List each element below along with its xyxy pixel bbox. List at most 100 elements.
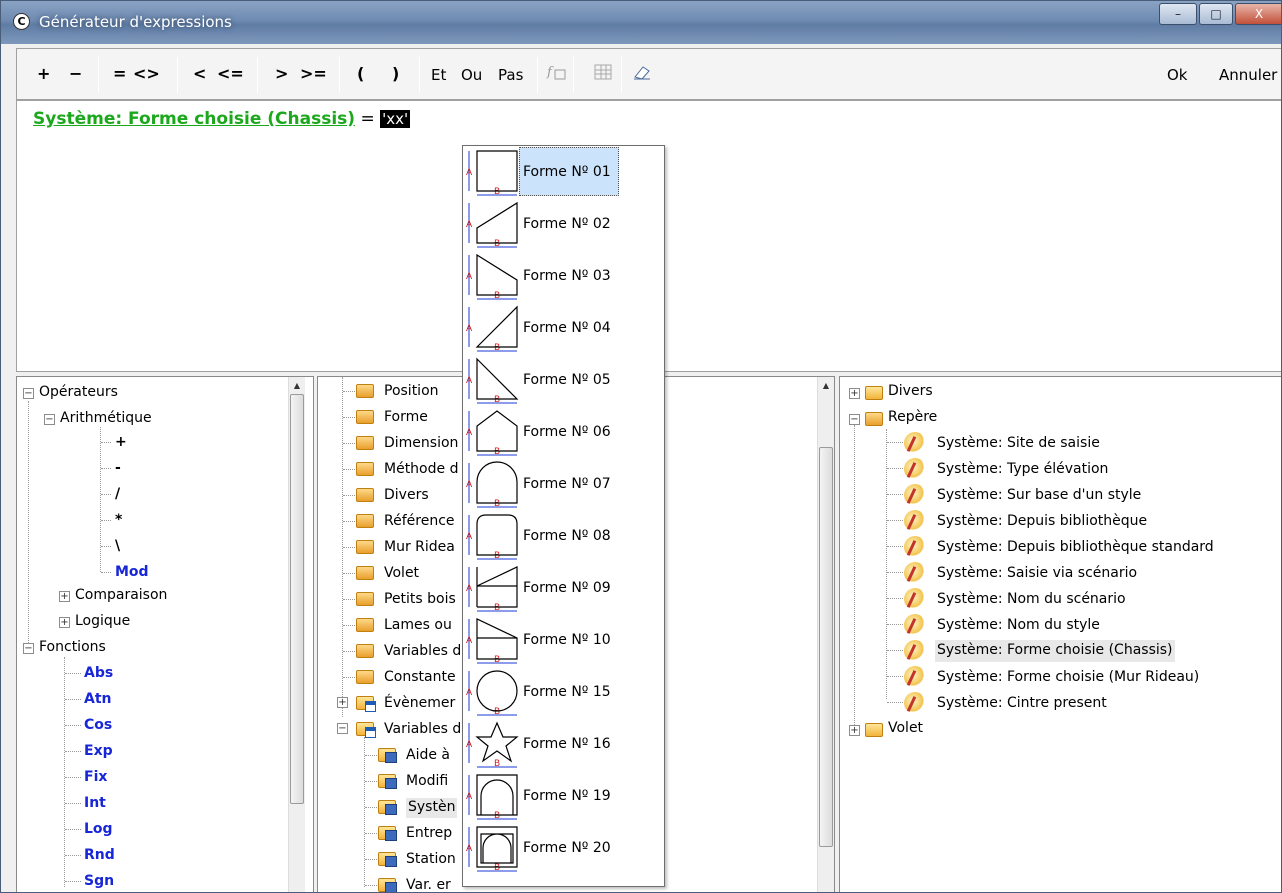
tree-item-constantes[interactable]: Constante (384, 668, 456, 688)
tree-item-evenements[interactable]: Évènemer (384, 694, 455, 714)
operators-tree[interactable]: − Opérateurs − Arithmétique + - / * \ Mo… (16, 376, 314, 892)
collapse-icon[interactable]: − (23, 643, 34, 654)
collapse-icon[interactable]: − (44, 414, 55, 425)
scroll-up-icon[interactable]: ▲ (818, 377, 834, 394)
scroll-thumb[interactable] (290, 394, 304, 804)
shape-option[interactable]: A B Forme Nº 05 (463, 354, 664, 406)
greater-than-button[interactable]: > (275, 64, 288, 84)
tree-item-modif[interactable]: Modifi (406, 772, 448, 792)
tree-item-int-divide[interactable]: \ (115, 537, 120, 557)
open-paren-button[interactable]: ( (357, 64, 364, 84)
tree-node-volet[interactable]: Volet (888, 719, 923, 739)
tree-item-methode[interactable]: Méthode d (384, 460, 458, 480)
less-than-button[interactable]: < (193, 64, 206, 84)
sys-var-cintre-present[interactable]: Système: Cintre present (937, 694, 1107, 714)
function-cos[interactable]: Cos (84, 716, 112, 736)
tree-node-repere[interactable]: Repère (888, 408, 937, 428)
middle-scrollbar[interactable]: ▲ (817, 377, 834, 892)
tree-item-divers[interactable]: Divers (384, 486, 429, 506)
function-icon[interactable]: f (544, 62, 568, 84)
tree-node-operators[interactable]: Opérateurs (39, 383, 118, 403)
less-equal-button[interactable]: <= (217, 64, 244, 84)
expand-icon[interactable]: + (849, 725, 860, 736)
tree-item-systeme[interactable]: Systèn (406, 798, 458, 818)
tree-item-minus[interactable]: - (115, 459, 121, 479)
expression-value[interactable]: 'xx' (380, 110, 411, 128)
shape-option[interactable]: A B Forme Nº 02 (463, 198, 664, 250)
left-scrollbar[interactable]: ▲ (288, 377, 305, 892)
function-fix[interactable]: Fix (84, 768, 107, 788)
tree-item-position[interactable]: Position (384, 382, 439, 402)
grid-icon[interactable] (591, 62, 615, 84)
sys-var-nom-style[interactable]: Système: Nom du style (937, 616, 1100, 636)
tree-item-aide[interactable]: Aide à (406, 746, 450, 766)
shape-option[interactable]: A B Forme Nº 19 (463, 770, 664, 822)
tree-node-logic[interactable]: Logique (75, 612, 130, 632)
shape-option[interactable]: A B Forme Nº 06 (463, 406, 664, 458)
shape-option[interactable]: A B Forme Nº 10 (463, 614, 664, 666)
sys-var-bibliotheque-standard[interactable]: Système: Depuis bibliothèque standard (937, 538, 1214, 558)
sys-var-forme-mur-rideau[interactable]: Système: Forme choisie (Mur Rideau) (937, 668, 1199, 688)
sys-var-type-elevation[interactable]: Système: Type élévation (937, 460, 1108, 480)
function-sgn[interactable]: Sgn (84, 872, 114, 892)
tree-item-station[interactable]: Station (406, 850, 456, 870)
close-button[interactable]: X (1235, 3, 1281, 25)
tree-item-plus[interactable]: + (115, 433, 127, 453)
function-int[interactable]: Int (84, 794, 106, 814)
cancel-button[interactable]: Annuler (1219, 65, 1277, 85)
scroll-up-icon[interactable]: ▲ (289, 377, 305, 394)
tree-item-mur-rideau[interactable]: Mur Ridea (384, 538, 455, 558)
tree-item-mod[interactable]: Mod (115, 563, 149, 583)
not-equals-button[interactable]: <> (133, 64, 160, 84)
sys-var-forme-chassis[interactable]: Système: Forme choisie (Chassis) (935, 640, 1175, 662)
not-button[interactable]: Pas (498, 65, 523, 85)
expand-icon[interactable]: + (337, 697, 348, 708)
shape-dropdown[interactable]: A B Forme Nº 01 A B Forme Nº 02 A B Forme Nº 03 A… (462, 145, 665, 887)
tree-node-comparison[interactable]: Comparaison (75, 586, 167, 606)
function-atn[interactable]: Atn (84, 690, 112, 710)
tree-node-functions[interactable]: Fonctions (39, 638, 106, 658)
title-bar[interactable]: C Générateur d'expressions – □ X (1, 1, 1281, 44)
function-abs[interactable]: Abs (84, 664, 113, 684)
collapse-icon[interactable]: − (23, 388, 34, 399)
shape-option[interactable]: A B Forme Nº 16 (463, 718, 664, 770)
tree-item-var-en[interactable]: Var. er (406, 876, 451, 892)
scroll-thumb[interactable] (819, 447, 833, 847)
tree-node-divers[interactable]: Divers (888, 382, 933, 402)
eraser-icon[interactable] (630, 62, 654, 84)
or-button[interactable]: Ou (461, 65, 482, 85)
tree-item-variables-2[interactable]: Variables d (384, 720, 461, 740)
tree-item-volet[interactable]: Volet (384, 564, 419, 584)
shape-option[interactable]: A B Forme Nº 20 (463, 822, 664, 874)
sys-var-nom-scenario[interactable]: Système: Nom du scénario (937, 590, 1126, 610)
ok-button[interactable]: Ok (1167, 65, 1188, 85)
tree-item-entreprise[interactable]: Entrep (406, 824, 452, 844)
expand-icon[interactable]: + (59, 617, 70, 628)
shape-option[interactable]: A B Forme Nº 09 (463, 562, 664, 614)
sys-var-base-style[interactable]: Système: Sur base d'un style (937, 486, 1141, 506)
shape-option[interactable]: A B Forme Nº 03 (463, 250, 664, 302)
sys-var-bibliotheque[interactable]: Système: Depuis bibliothèque (937, 512, 1147, 532)
tree-item-reference[interactable]: Référence (384, 512, 455, 532)
expand-icon[interactable]: + (849, 388, 860, 399)
expression-field-link[interactable]: Système: Forme choisie (Chassis) (33, 109, 355, 129)
and-button[interactable]: Et (431, 65, 446, 85)
tree-item-dimension[interactable]: Dimension (384, 434, 458, 454)
tree-item-petits-bois[interactable]: Petits bois (384, 590, 456, 610)
tree-item-variables[interactable]: Variables d (384, 642, 461, 662)
close-paren-button[interactable]: ) (392, 64, 399, 84)
function-rnd[interactable]: Rnd (84, 846, 115, 866)
function-exp[interactable]: Exp (84, 742, 113, 762)
shape-option[interactable]: A B Forme Nº 01 (463, 146, 664, 198)
tree-item-forme[interactable]: Forme (384, 408, 428, 428)
sys-var-site-saisie[interactable]: Système: Site de saisie (937, 434, 1100, 454)
shape-option[interactable]: A B Forme Nº 08 (463, 510, 664, 562)
shape-option[interactable]: A B Forme Nº 15 (463, 666, 664, 718)
collapse-icon[interactable]: − (849, 414, 860, 425)
maximize-button[interactable]: □ (1199, 3, 1233, 25)
shape-option[interactable]: A B Forme Nº 04 (463, 302, 664, 354)
greater-equal-button[interactable]: >= (300, 64, 327, 84)
minus-button[interactable]: − (69, 64, 82, 84)
tree-item-lames[interactable]: Lames ou (384, 616, 452, 636)
tree-item-multiply[interactable]: * (115, 511, 122, 531)
